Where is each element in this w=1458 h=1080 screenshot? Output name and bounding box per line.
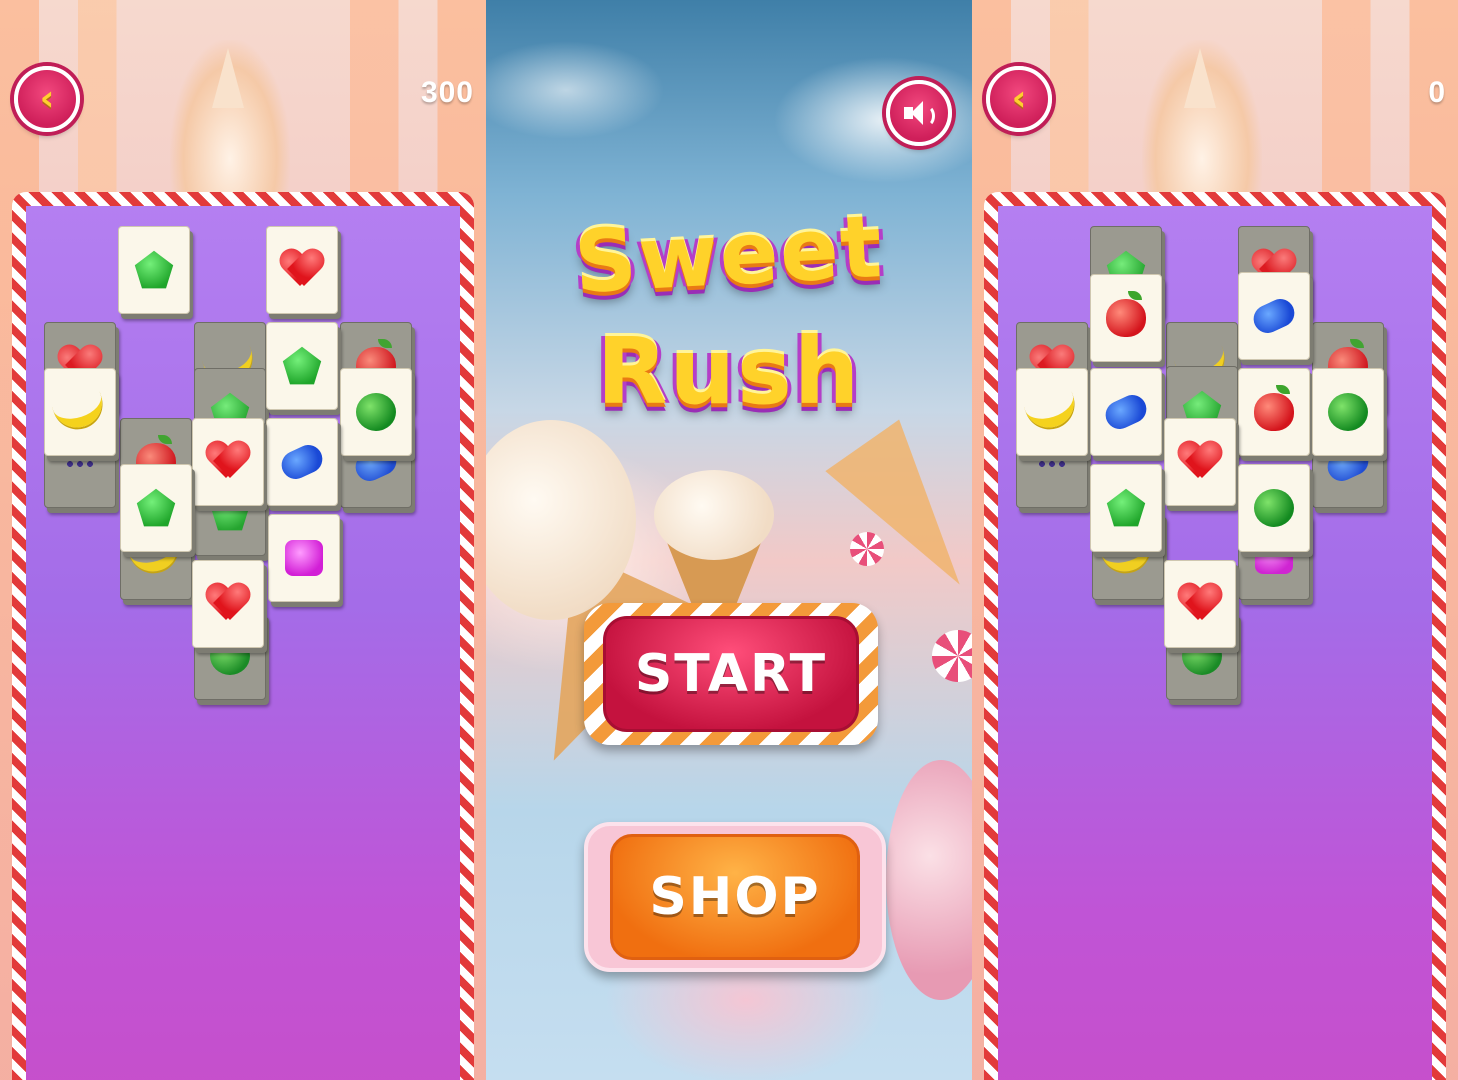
mahjong-tile[interactable] xyxy=(1090,368,1162,460)
game-title-line2: Rush xyxy=(596,318,862,425)
mahjong-tile[interactable] xyxy=(266,226,338,318)
mahjong-tile[interactable] xyxy=(1238,272,1310,364)
mahjong-tile[interactable] xyxy=(120,464,192,556)
game-screen-right: ‹ 0 xyxy=(972,0,1458,1080)
back-button[interactable]: ‹ xyxy=(14,66,80,132)
mahjong-tile[interactable] xyxy=(118,226,190,318)
mahjong-tile[interactable] xyxy=(340,368,412,460)
mahjong-tile[interactable] xyxy=(1238,464,1310,556)
score-display: 300 xyxy=(420,76,474,109)
shop-button-face[interactable]: SHOP xyxy=(610,834,860,960)
shop-button[interactable]: SHOP xyxy=(584,822,886,972)
game-screen-left: ‹ 300 xyxy=(0,0,486,1080)
mahjong-tile[interactable] xyxy=(1016,368,1088,460)
score-display: 0 xyxy=(1428,76,1446,109)
ice-cream-scoop xyxy=(654,470,774,560)
start-button-label: START xyxy=(634,644,828,704)
sound-button[interactable] xyxy=(886,80,952,146)
ice-cream-tip xyxy=(1184,48,1216,108)
mahjong-tile[interactable] xyxy=(1090,274,1162,366)
back-arrow-icon: ‹ xyxy=(1011,78,1027,119)
start-button[interactable]: START xyxy=(584,603,878,745)
mahjong-tile[interactable] xyxy=(1090,464,1162,556)
mahjong-tile[interactable] xyxy=(192,418,264,510)
shop-button-label: SHOP xyxy=(649,867,821,927)
back-arrow-icon: ‹ xyxy=(39,78,55,119)
mahjong-tile[interactable] xyxy=(266,322,338,414)
main-menu-screen: Sweet Rush START SHOP xyxy=(486,0,972,1080)
mahjong-tile[interactable] xyxy=(192,560,264,652)
mahjong-tile[interactable] xyxy=(1238,368,1310,460)
mahjong-tile[interactable] xyxy=(44,368,116,460)
start-button-face[interactable]: START xyxy=(603,616,859,732)
lollipop xyxy=(850,532,884,566)
mahjong-tile[interactable] xyxy=(1164,418,1236,510)
mahjong-tile[interactable] xyxy=(266,418,338,510)
mahjong-tile[interactable] xyxy=(1164,560,1236,652)
ice-cream-tip xyxy=(212,48,244,108)
mahjong-tile[interactable] xyxy=(268,514,340,606)
back-button[interactable]: ‹ xyxy=(986,66,1052,132)
mahjong-tile[interactable] xyxy=(1312,368,1384,460)
speaker-icon xyxy=(902,99,936,127)
